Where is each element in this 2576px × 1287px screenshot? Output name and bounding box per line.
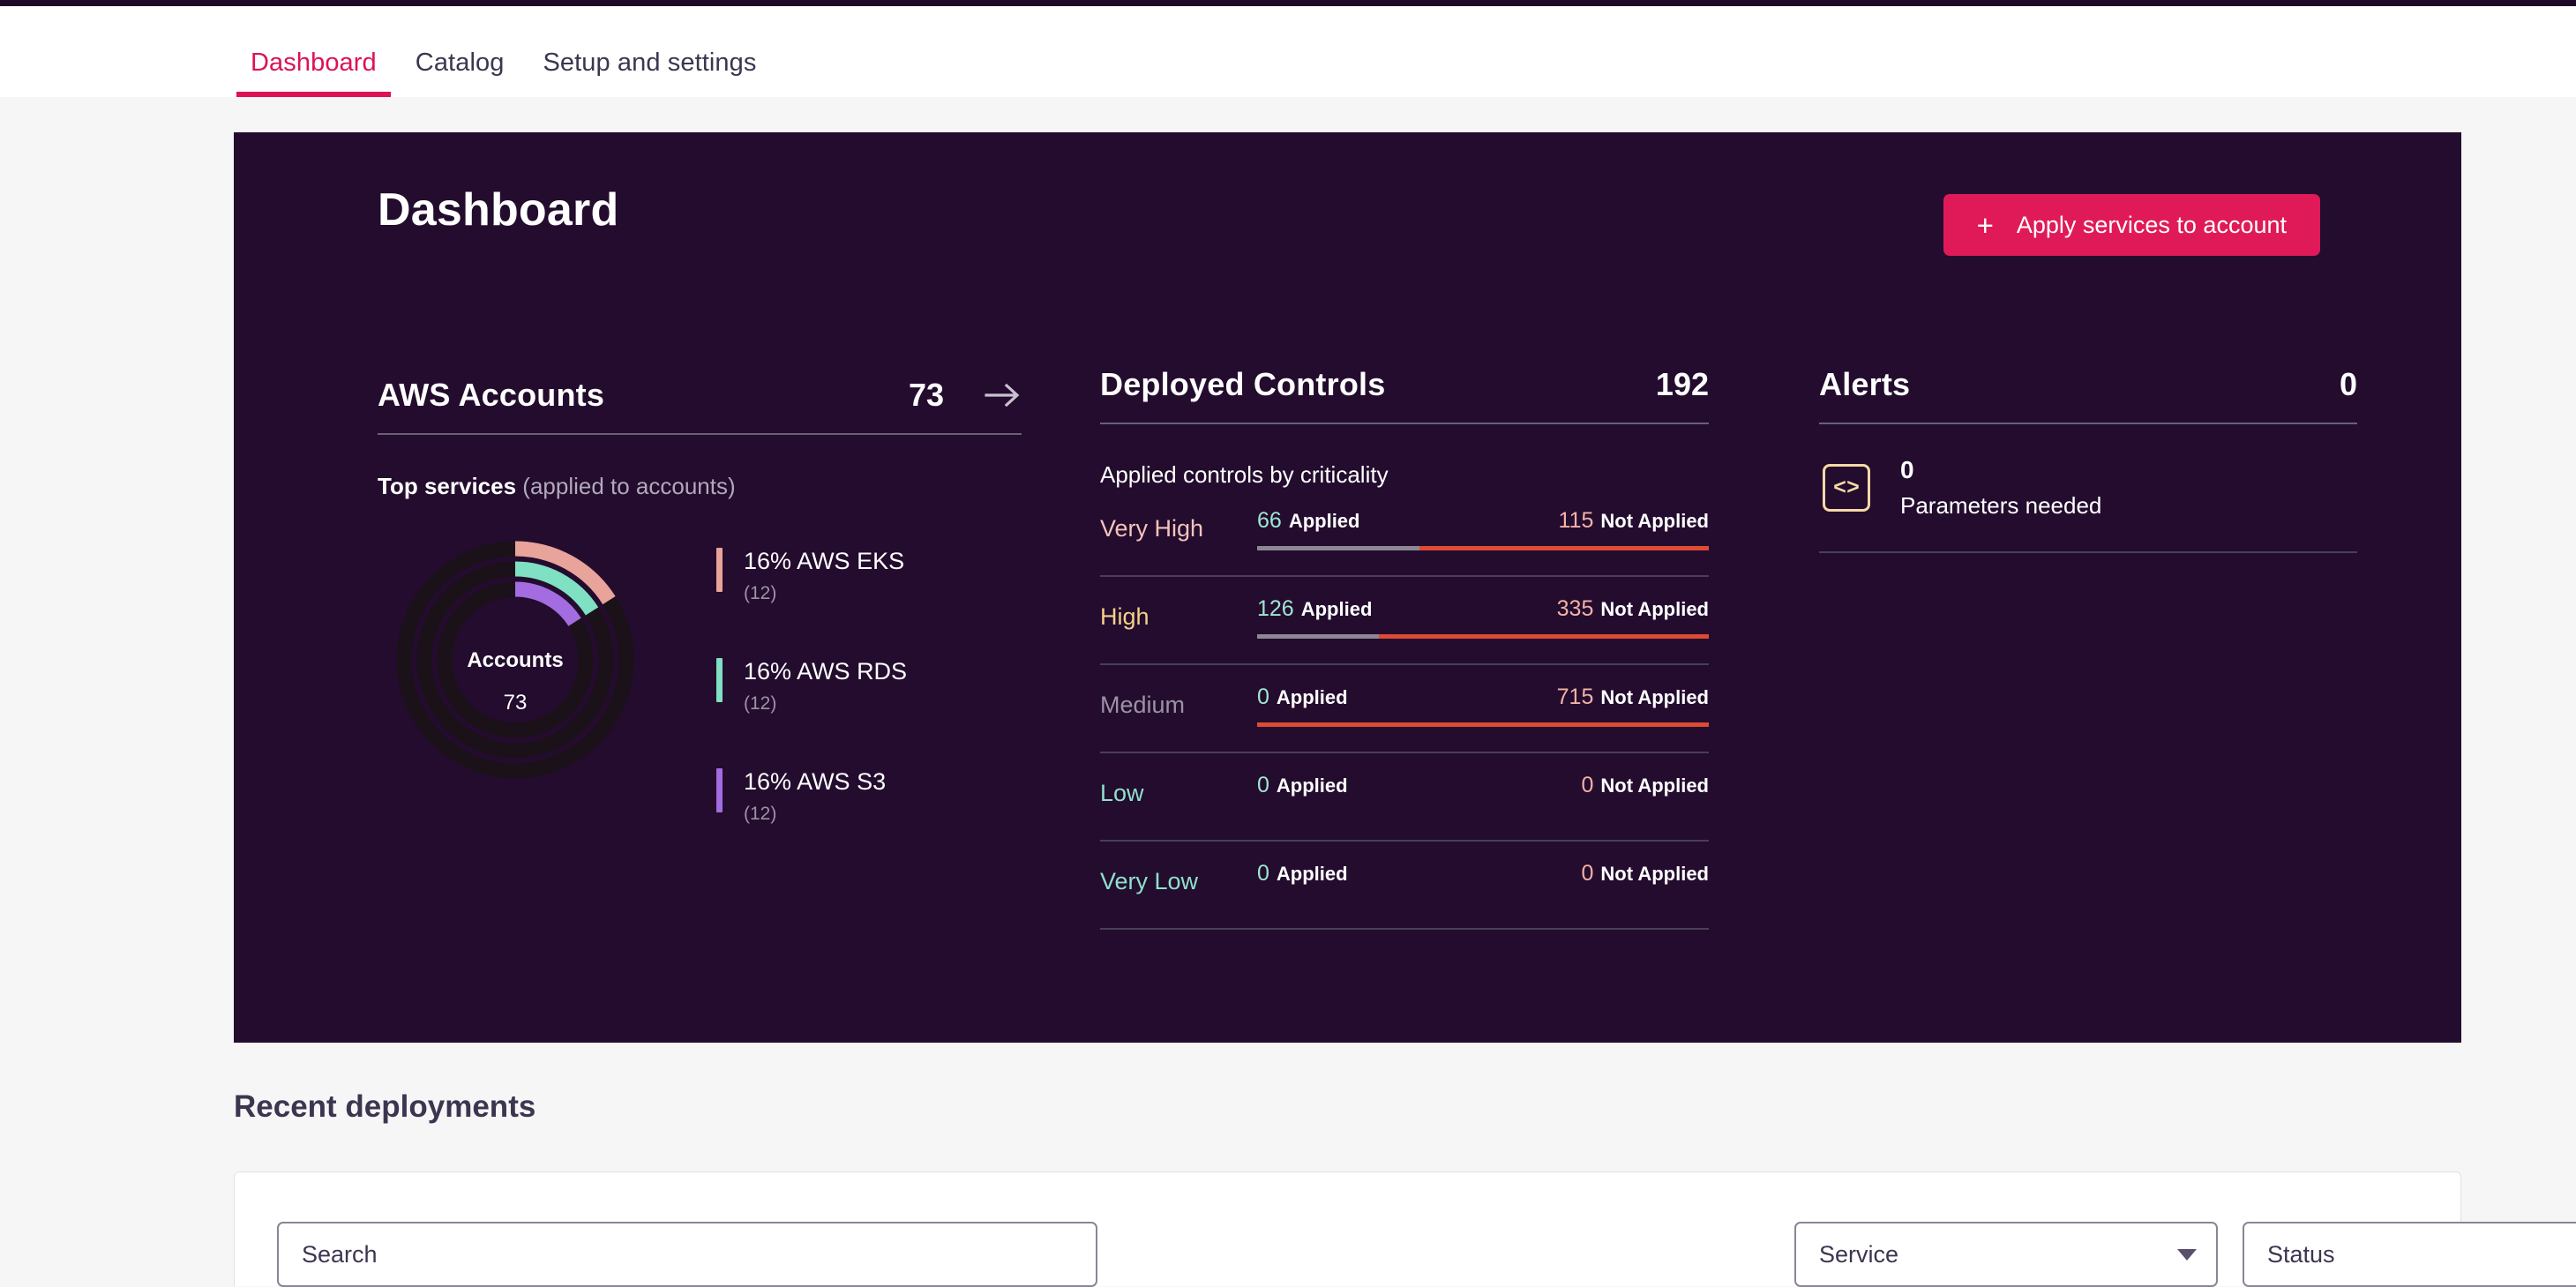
status-filter-dropdown[interactable]: Status: [2243, 1222, 2576, 1287]
not-applied-count-low: 0: [1581, 773, 1594, 797]
not-applied-count-very-high: 115: [1558, 508, 1594, 533]
top-services-heading: Top services (applied to accounts): [378, 473, 1022, 500]
criticality-label-very-high: Very High: [1100, 515, 1204, 542]
applied-count-high: 126: [1257, 596, 1294, 621]
legend-name-aws-rds: AWS RDS: [797, 658, 908, 685]
apply-services-to-account-button[interactable]: + Apply services to account: [1943, 194, 2320, 256]
alerts-title: Alerts: [1819, 366, 1911, 402]
window-top-strip: [0, 0, 2576, 6]
applied-count-low: 0: [1257, 773, 1269, 797]
legend-name-aws-s3: AWS S3: [797, 768, 887, 795]
accounts-donut-chart: Accounts 73: [378, 532, 653, 788]
not-applied-count-high: 335: [1556, 596, 1594, 621]
legend-count-aws-rds: (12): [744, 693, 777, 714]
not-applied-label-medium: Not Applied: [1600, 686, 1709, 708]
applied-label-very-high: Applied: [1288, 510, 1360, 532]
applied-count-medium: 0: [1257, 685, 1269, 709]
legend-item-aws-rds[interactable]: 16% AWS RDS (12): [716, 658, 907, 715]
bar-segment-not-applied: [1379, 634, 1709, 639]
applied-label-medium: Applied: [1276, 686, 1348, 708]
legend-pct-aws-eks: 16%: [744, 548, 792, 574]
criticality-label-medium: Medium: [1100, 692, 1186, 718]
criticality-row-low: Low 0 Applied 0 Not Applied: [1100, 753, 1709, 842]
alert-item-parameters-needed[interactable]: <> 0 Parameters needed: [1819, 424, 2357, 553]
arrow-right-icon[interactable]: [985, 382, 1022, 408]
applied-label-very-low: Applied: [1276, 863, 1348, 885]
service-filter-dropdown[interactable]: Service: [1794, 1222, 2218, 1287]
deployed-controls-count: 192: [1655, 366, 1709, 402]
criticality-label-low: Low: [1100, 780, 1144, 806]
legend-swatch-aws-eks: [716, 548, 723, 592]
top-services-chart-row: Accounts 73 16% AWS EKS (12) 16% AWS RDS…: [378, 532, 1022, 825]
legend-swatch-aws-rds: [716, 658, 723, 702]
legend-swatch-aws-s3: [716, 768, 723, 812]
deployed-controls-header: Deployed Controls 192: [1100, 366, 1709, 423]
aws-accounts-header: AWS Accounts 73: [378, 377, 1022, 433]
criticality-row-very-low: Very Low 0 Applied 0 Not Applied: [1100, 842, 1709, 930]
alerts-header: Alerts 0: [1819, 366, 2357, 423]
page-title: Dashboard: [378, 184, 619, 236]
applied-count-very-low: 0: [1257, 861, 1269, 886]
deployed-controls-divider: [1100, 423, 1709, 424]
plus-icon: +: [1976, 208, 1994, 242]
legend-pct-aws-s3: 16%: [744, 768, 792, 795]
alerts-card: Alerts 0 <> 0 Parameters needed: [1819, 366, 2357, 553]
not-applied-label-very-high: Not Applied: [1600, 510, 1709, 532]
bar-segment-not-applied: [1419, 546, 1709, 550]
legend-item-aws-s3[interactable]: 16% AWS S3 (12): [716, 768, 907, 825]
bar-segment-applied: [1257, 634, 1380, 639]
legend-count-aws-eks: (12): [744, 583, 777, 603]
criticality-row-high: High 126 Applied 335 Not Applied: [1100, 577, 1709, 665]
legend-item-aws-eks[interactable]: 16% AWS EKS (12): [716, 548, 907, 604]
bar-segment-applied: [1257, 546, 1420, 550]
aws-accounts-divider: [378, 433, 1022, 435]
chevron-down-icon: [2177, 1248, 2197, 1261]
alert-item-label: Parameters needed: [1900, 492, 2102, 519]
criticality-row-very-high: Very High 66 Applied 115 Not Applied: [1100, 489, 1709, 577]
tab-dashboard[interactable]: Dashboard: [231, 49, 396, 97]
tab-setup-and-settings[interactable]: Setup and settings: [523, 49, 775, 97]
not-applied-count-medium: 715: [1556, 685, 1594, 709]
recent-deployments-panel: Service Status: [234, 1171, 2576, 1287]
aws-accounts-card: AWS Accounts 73 Top services (applied to…: [378, 377, 1022, 825]
not-applied-count-very-low: 0: [1581, 861, 1594, 886]
status-filter-label: Status: [2267, 1240, 2335, 1268]
alerts-count: 0: [2339, 366, 2357, 402]
deployed-controls-card: Deployed Controls 192 Applied controls b…: [1100, 366, 1709, 930]
not-applied-label-very-low: Not Applied: [1600, 863, 1709, 885]
code-brackets-icon: <>: [1823, 464, 1870, 512]
criticality-bar-high: [1257, 634, 1709, 639]
criticality-label-very-low: Very Low: [1100, 868, 1199, 894]
criticality-row-medium: Medium 0 Applied 715 Not Applied: [1100, 665, 1709, 753]
dashboard-hero-panel: Dashboard + Apply services to account AW…: [234, 132, 2461, 1043]
legend-pct-aws-rds: 16%: [744, 658, 792, 685]
recent-deployments-title: Recent deployments: [234, 1089, 536, 1124]
apply-services-label: Apply services to account: [2016, 211, 2287, 238]
deployed-controls-title: Deployed Controls: [1100, 366, 1386, 402]
search-input[interactable]: [277, 1222, 1097, 1287]
top-services-legend: 16% AWS EKS (12) 16% AWS RDS (12) 16% AW…: [716, 532, 907, 825]
criticality-subtitle: Applied controls by criticality: [1100, 461, 1389, 488]
legend-count-aws-s3: (12): [744, 804, 777, 824]
tab-catalog[interactable]: Catalog: [396, 49, 524, 97]
alert-item-value: 0: [1900, 456, 1914, 483]
criticality-label-high: High: [1100, 603, 1149, 630]
main-nav: Dashboard Catalog Setup and settings: [0, 6, 2576, 97]
bar-segment-not-applied: [1257, 722, 1709, 727]
top-services-label: Top services: [378, 473, 517, 499]
service-filter-label: Service: [1819, 1240, 1899, 1268]
legend-name-aws-eks: AWS EKS: [797, 548, 905, 574]
aws-accounts-title: AWS Accounts: [378, 377, 605, 413]
applied-label-low: Applied: [1276, 774, 1348, 797]
not-applied-label-low: Not Applied: [1600, 774, 1709, 797]
applied-count-very-high: 66: [1257, 508, 1282, 533]
top-services-sublabel: (applied to accounts): [522, 473, 736, 499]
criticality-bar-very-high: [1257, 546, 1709, 550]
applied-label-high: Applied: [1300, 598, 1373, 620]
criticality-bar-medium: [1257, 722, 1709, 727]
aws-accounts-count: 73: [908, 377, 944, 413]
not-applied-label-high: Not Applied: [1600, 598, 1709, 620]
